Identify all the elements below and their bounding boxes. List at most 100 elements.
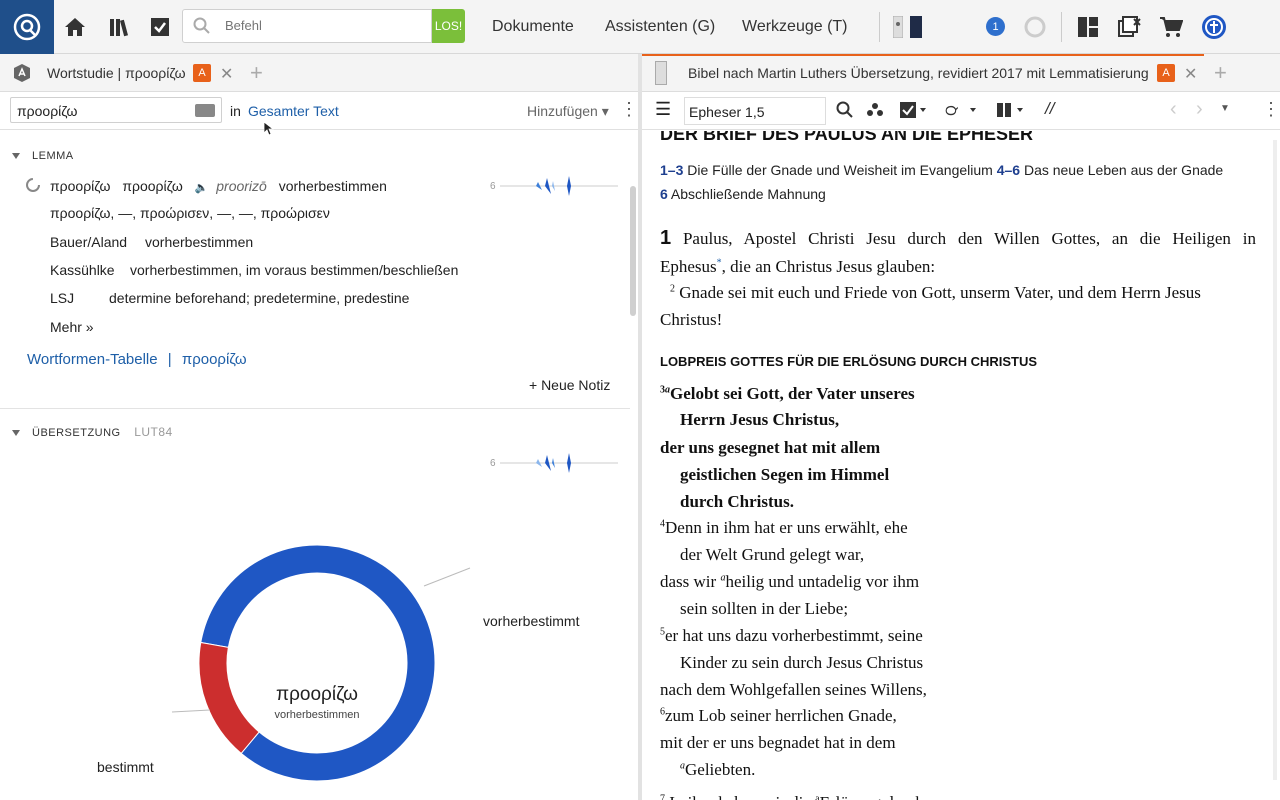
sync-link-icon[interactable]: //: [1045, 99, 1054, 119]
verse-text: er hat uns dazu vorherbestimmt, seine: [665, 626, 923, 645]
left-tab-title[interactable]: Wortstudie | προορίζω: [47, 65, 186, 81]
keyboard-icon[interactable]: [195, 104, 215, 117]
history-dropdown-icon[interactable]: ▼: [1220, 103, 1230, 114]
dict-lsj-link[interactable]: LSJ: [50, 290, 74, 306]
lemma-word[interactable]: προορίζω: [50, 178, 110, 194]
in-label: in: [230, 103, 241, 119]
menu-documents[interactable]: Dokumente: [492, 18, 574, 36]
top-toolbar: LOS! Dokumente Assistenten (G) Werkzeuge…: [0, 0, 1280, 54]
tab-badge: A: [1157, 64, 1175, 82]
translation-sparkline[interactable]: [500, 447, 618, 484]
translation-section-header[interactable]: ÜBERSETZUNG LUT84: [12, 425, 173, 439]
lemma-gloss: vorherbestimmen: [278, 178, 387, 194]
notification-badge[interactable]: 1: [986, 17, 1005, 36]
book-icon[interactable]: [903, 14, 929, 40]
dict-bauer-gloss: vorherbestimmen: [145, 234, 254, 250]
search-icon[interactable]: [836, 101, 854, 124]
dict-kassuehlke-link[interactable]: Kassühlke: [50, 262, 115, 278]
menu-icon[interactable]: ☰: [655, 99, 671, 120]
wordforms-link[interactable]: Wortformen-Tabelle: [27, 351, 158, 368]
wordforms-word-link[interactable]: προορίζω: [182, 351, 247, 368]
left-scrollbar[interactable]: [630, 186, 636, 316]
verse-line: 4Denn in ihm hat er uns erwählt, ehe: [660, 518, 908, 538]
translation-donut-chart[interactable]: [0, 494, 630, 800]
sync-icon[interactable]: [1022, 14, 1048, 40]
verse-text: Gelobt sei Gott, der Vater unseres: [670, 384, 915, 403]
lemma-word-alt[interactable]: προορίζω: [122, 178, 182, 194]
audio-icon[interactable]: 🔈: [195, 182, 209, 194]
right-tab-title[interactable]: Bibel nach Martin Luthers Übersetzung, r…: [688, 65, 1149, 81]
parallel-icon[interactable]: [996, 101, 1024, 124]
verse-line: 3aGelobt sei Gott, der Vater unseres: [660, 384, 915, 404]
reference-input[interactable]: Epheser 1,5: [689, 104, 765, 120]
command-input[interactable]: [225, 18, 415, 33]
logos-logo-icon[interactable]: [0, 0, 54, 54]
scope-link[interactable]: Gesamter Text: [248, 103, 339, 119]
add-tab-icon[interactable]: +: [250, 60, 263, 86]
dict-bauer-link[interactable]: Bauer/Aland: [50, 234, 127, 250]
more-options-icon[interactable]: ⋮: [1262, 99, 1280, 120]
book-title: DER BRIEF DES PAULUS AN DIE EPHESER: [660, 131, 1034, 144]
forward-icon[interactable]: ›: [1196, 98, 1203, 121]
verse-text: der uns gesegnet hat mit allem: [660, 438, 881, 457]
interlinear-icon[interactable]: ℺: [945, 101, 977, 124]
home-icon[interactable]: [62, 14, 88, 40]
verse-text: der Welt Grund gelegt war,: [680, 545, 865, 564]
verse-text: heilig und untadelig vor ihm: [725, 572, 920, 591]
close-icon[interactable]: ✕: [1184, 64, 1197, 84]
close-icon[interactable]: ✕: [220, 64, 233, 84]
word-study-input[interactable]: προορίζω: [10, 97, 222, 123]
menu-assistants[interactable]: Assistenten (G): [605, 18, 715, 36]
bible-resource-icon: [655, 61, 667, 85]
checklist-icon[interactable]: [147, 14, 173, 40]
outline-line-2: 6 Abschließende Mahnung: [660, 186, 826, 202]
cart-icon[interactable]: [1158, 14, 1184, 40]
outline-ref[interactable]: 1–3: [660, 162, 683, 178]
translation-count: 6: [490, 458, 496, 469]
layout-icon[interactable]: [1075, 14, 1101, 40]
verse-line: mit der er uns begnadet hat in dem: [660, 733, 896, 753]
translation-version[interactable]: LUT84: [134, 425, 173, 439]
outline-ref[interactable]: 6: [660, 186, 668, 202]
more-link[interactable]: Mehr »: [50, 319, 94, 335]
donut-center-word: προορίζω: [275, 684, 359, 705]
bible-text-area[interactable]: DER BRIEF DES PAULUS AN DIE EPHESER 1–3 …: [642, 131, 1280, 800]
add-dropdown[interactable]: Hinzufügen ▾: [527, 103, 609, 120]
back-icon[interactable]: ‹: [1170, 98, 1177, 121]
command-box[interactable]: [182, 9, 432, 43]
collapse-icon[interactable]: [12, 153, 20, 160]
verse-line: der uns gesegnet hat mit allem: [660, 438, 880, 458]
toolbar-divider: [1061, 12, 1062, 42]
verse-text: Geliebten.: [685, 760, 756, 779]
right-scrollbar[interactable]: [1273, 140, 1277, 780]
collapse-icon[interactable]: [12, 430, 20, 437]
word-study-icon: [12, 63, 32, 88]
outline-ref[interactable]: 4–6: [997, 162, 1020, 178]
new-note-button[interactable]: + Neue Notiz: [529, 377, 610, 393]
library-icon[interactable]: [107, 14, 133, 40]
go-button[interactable]: LOS!: [432, 9, 465, 43]
account-icon[interactable]: [1201, 14, 1227, 40]
lemma-sparkline[interactable]: [500, 170, 618, 207]
toolbar-divider: [879, 12, 880, 42]
verse-number: 2: [670, 283, 675, 295]
outline-text: Die Fülle der Gnade und Weisheit im Evan…: [687, 162, 993, 178]
close-panels-icon[interactable]: [1117, 14, 1143, 40]
verse-1-line-1: 1 Paulus, Apostel Christi Jesu durch den…: [660, 227, 1256, 250]
lemma-section-header[interactable]: LEMMA: [12, 150, 74, 162]
section-divider: [0, 408, 630, 409]
visual-filter-icon[interactable]: [899, 101, 927, 124]
add-tab-icon[interactable]: +: [1214, 60, 1227, 86]
dict-lsj-gloss: determine beforehand; predetermine, pred…: [109, 290, 410, 306]
verse-1-line-2: Ephesus*, die an Christus Jesus glauben:: [660, 257, 935, 277]
verse-text: Ephesus: [660, 257, 717, 276]
lemma-forms: προορίζω, —, προώρισεν, —, —, προώρισεν: [50, 205, 330, 221]
menu-tools[interactable]: Werkzeuge (T): [742, 18, 848, 36]
reference-box[interactable]: Epheser 1,5: [684, 97, 826, 125]
donut-label-minor: bestimmt: [97, 759, 154, 775]
people-icon[interactable]: [866, 101, 884, 124]
verse-line: 5er hat uns dazu vorherbestimmt, seine: [660, 626, 923, 646]
verse-line: dass wir aheilig und untadelig vor ihm: [660, 572, 919, 592]
section-heading: LOBPREIS GOTTES FÜR DIE ERLÖSUNG DURCH C…: [660, 354, 1038, 369]
more-options-icon[interactable]: ⋮: [620, 99, 638, 120]
